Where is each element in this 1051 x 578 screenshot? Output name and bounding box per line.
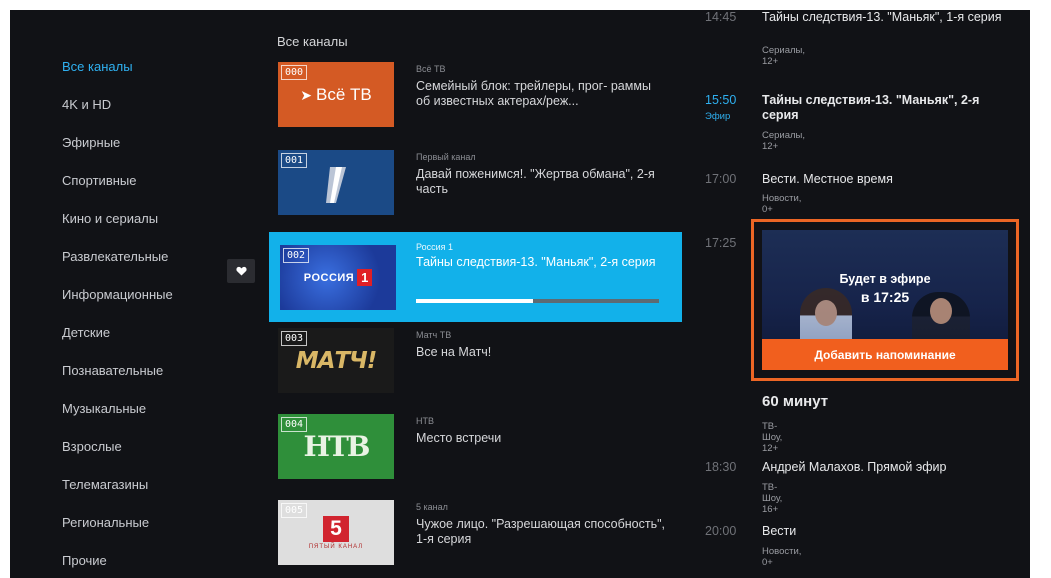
schedule-title: Вести. Местное время (762, 172, 893, 186)
schedule-genre: Новости, 0+ (762, 546, 802, 568)
channel-number: 000 (281, 65, 308, 80)
channel-number: 001 (281, 153, 308, 168)
category-adult[interactable]: Взрослые (62, 439, 122, 454)
category-music[interactable]: Музыкальные (62, 401, 146, 416)
channel-logo: 001 (278, 150, 394, 215)
category-4k-hd[interactable]: 4K и HD (62, 97, 111, 112)
reminder-card: Будет в эфире в 17:25 Добавить напоминан… (751, 219, 1019, 381)
perviy-logo-icon (326, 166, 346, 203)
channel-name: Россия 1 (416, 242, 454, 252)
channel-number: 004 (281, 417, 308, 432)
schedule-genre: Сериалы, 12+ (762, 45, 806, 67)
channel-logo-text: 5 (323, 515, 349, 542)
category-entertainment[interactable]: Развлекательные (62, 249, 168, 264)
channel-logo: 002 РОССИЯ 1 (280, 245, 396, 310)
category-all[interactable]: Все каналы (62, 59, 133, 74)
schedule-genre: ТВ-Шоу, 16+ (762, 482, 783, 515)
channel-name: Матч ТВ (416, 330, 452, 340)
channel-name: Всё ТВ (416, 64, 446, 74)
channel-current-show: Все на Матч! (416, 345, 492, 359)
category-other[interactable]: Прочие (62, 553, 107, 568)
category-movies-series[interactable]: Кино и сериалы (62, 211, 158, 226)
category-teleshopping[interactable]: Телемагазины (62, 477, 148, 492)
channel-name: Первый канал (416, 152, 476, 162)
schedule-title: 60 минут (762, 393, 829, 410)
program-preview-image: Будет в эфире в 17:25 Добавить напоминан… (762, 230, 1008, 370)
channel-name: 5 канал (416, 502, 448, 512)
on-air-notice: Будет в эфире в 17:25 (762, 270, 1008, 306)
channel-logo-text: МАТЧ! (295, 347, 377, 374)
channel-logo-text: РОССИЯ (303, 271, 355, 284)
channel-current-show: Тайны следствия-13. "Маньяк", 2-я серия (416, 255, 656, 269)
show-progress-fill (416, 299, 533, 303)
channel-current-show: Семейный блок: трейлеры, прог- раммы об … (416, 79, 651, 108)
channel-logo: 000 ➤ Всё ТВ (278, 62, 394, 127)
on-air-line2: в 17:25 (860, 289, 910, 305)
favorite-button[interactable] (227, 259, 255, 283)
channel-logo: 005 5 ПЯТЫЙ КАНАЛ (278, 500, 394, 565)
schedule-title: Андрей Малахов. Прямой эфир (762, 460, 947, 474)
channel-row-selected[interactable]: 002 РОССИЯ 1 Россия 1 Тайны следствия-13… (269, 232, 682, 322)
category-sports[interactable]: Спортивные (62, 173, 136, 188)
channel-number: 002 (283, 248, 310, 263)
on-air-badge: Эфир (705, 111, 731, 122)
heart-icon (235, 266, 247, 276)
schedule-genre: ТВ-Шоу, 12+ (762, 421, 783, 454)
show-progress-bar (416, 299, 659, 303)
channel-logo-number: 1 (357, 269, 373, 286)
schedule-genre: Новости, 0+ (762, 193, 802, 215)
on-air-line1: Будет в эфире (839, 272, 931, 286)
tv-guide-screen: Все каналы 4K и HD Эфирные Спортивные Ки… (10, 10, 1030, 578)
channel-row[interactable]: 005 5 ПЯТЫЙ КАНАЛ 5 канал Чужое лицо. "Р… (269, 494, 682, 578)
channel-row[interactable]: 001 Первый канал Давай поженимся!. "Жерт… (269, 144, 682, 228)
channel-row[interactable]: 003 МАТЧ! Матч ТВ Все на Матч! (269, 322, 682, 406)
channels-heading: Все каналы (277, 34, 348, 49)
schedule-time: 20:00 (705, 524, 737, 538)
schedule-title: Тайны следствия-13. "Маньяк", 2-я серия (762, 93, 980, 122)
category-educational[interactable]: Познавательные (62, 363, 163, 378)
schedule-time: 17:00 (705, 172, 737, 186)
channel-row[interactable]: 000 ➤ Всё ТВ Всё ТВ Семейный блок: трейл… (269, 56, 682, 140)
channel-name: НТВ (416, 416, 434, 426)
channel-current-show: Давай поженимся!. "Жертва обмана", 2-я ч… (416, 167, 655, 196)
channel-number: 005 (281, 503, 308, 518)
schedule-time: 15:50 (705, 93, 737, 107)
category-news[interactable]: Информационные (62, 287, 173, 302)
schedule-title: Вести (762, 524, 797, 538)
channel-logo-text: НТВ (303, 430, 371, 463)
channel-current-show: Чужое лицо. "Разрешающая способность", 1… (416, 517, 666, 546)
channel-logo-subtext: ПЯТЫЙ КАНАЛ (308, 543, 364, 550)
channel-current-show: Место встречи (416, 431, 502, 445)
play-arrow-icon: ➤ (300, 87, 312, 103)
schedule-time: 14:45 (705, 10, 737, 24)
schedule-title: Тайны следствия-13. "Маньяк", 1-я серия (762, 10, 1002, 24)
schedule-time: 18:30 (705, 460, 737, 474)
channel-logo-text: Всё ТВ (315, 84, 372, 104)
channel-logo: 003 МАТЧ! (278, 328, 394, 393)
channel-logo: 004 НТВ (278, 414, 394, 479)
category-regional[interactable]: Региональные (62, 515, 149, 530)
category-broadcast[interactable]: Эфирные (62, 135, 120, 150)
category-kids[interactable]: Детские (62, 325, 110, 340)
category-list: Все каналы 4K и HD Эфирные Спортивные Ки… (10, 10, 250, 578)
schedule-time: 17:25 (705, 236, 737, 250)
channel-row[interactable]: 004 НТВ НТВ Место встречи (269, 408, 682, 492)
channel-number: 003 (281, 331, 308, 346)
schedule-genre: Сериалы, 12+ (762, 130, 806, 152)
add-reminder-button[interactable]: Добавить напоминание (762, 339, 1008, 370)
